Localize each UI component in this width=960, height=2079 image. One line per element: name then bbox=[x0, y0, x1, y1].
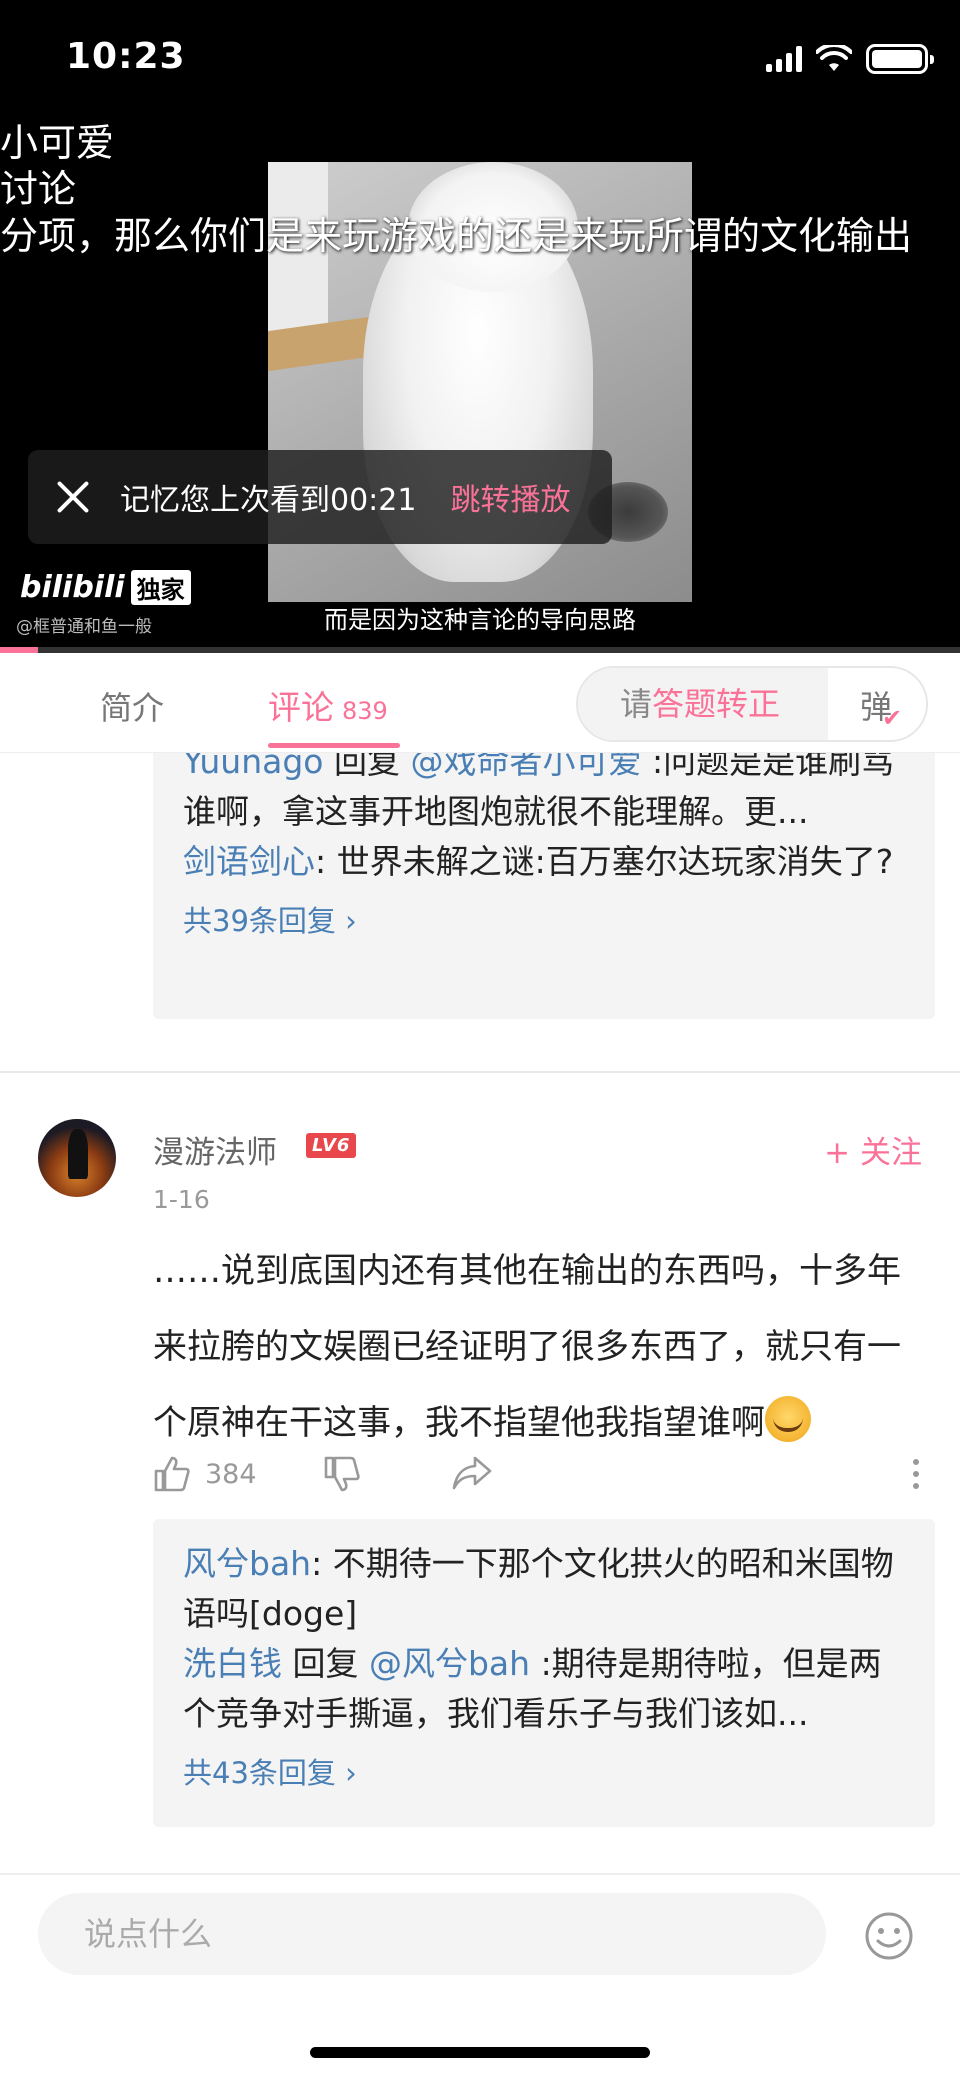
comment-date: 1-16 bbox=[153, 1185, 210, 1214]
tab-comments[interactable]: 评论 839 bbox=[268, 681, 388, 729]
tab-bar: 简介 评论 839 请答题转正 弹 ✔ bbox=[0, 653, 960, 753]
reply-username[interactable]: 风兮bah bbox=[183, 1544, 311, 1583]
thumbs-up-icon bbox=[154, 1456, 190, 1492]
reply-username[interactable]: 剑语剑心 bbox=[183, 842, 315, 881]
reply-preview-box[interactable]: 风兮bah: 不期待一下那个文化拱火的昭和米国物语吗[doge] 洗白钱 回复 … bbox=[153, 1519, 935, 1827]
reply-preview-box[interactable]: Yuunago 回复 @戏命者小可爱 :问题是是谁刷骂谁啊，拿这事开地图炮就很不… bbox=[153, 753, 935, 1019]
video-player[interactable]: 10:23 小可爱 讨论 分项，那么你们是来玩游戏的还是来玩所谓的文化输出 记忆… bbox=[0, 0, 960, 653]
emoji-icon bbox=[765, 1396, 811, 1442]
danmaku-input[interactable]: 请答题转正 弹 ✔ bbox=[576, 666, 928, 742]
resume-playback-toast: 记忆您上次看到00:21 跳转播放 bbox=[28, 450, 612, 544]
reply-username[interactable]: Yuunago bbox=[183, 753, 323, 781]
level-badge: LV6 bbox=[306, 1133, 357, 1158]
emoji-icon[interactable] bbox=[864, 1911, 914, 1961]
comment-count: 839 bbox=[342, 697, 388, 725]
view-more-replies-link[interactable]: 共39条回复 › bbox=[183, 899, 905, 943]
signal-icon bbox=[766, 46, 802, 72]
more-icon bbox=[899, 1455, 933, 1493]
close-icon[interactable] bbox=[28, 450, 112, 544]
jump-playback-button[interactable]: 跳转播放 bbox=[450, 475, 570, 519]
reply-preview[interactable]: Yuunago 回复 @戏命者小可爱 :问题是是谁刷骂谁啊，拿这事开地图炮就很不… bbox=[183, 753, 905, 837]
comment-text: ……说到底国内还有其他在输出的东西吗，十多年来拉胯的文娱圈已经证明了很多东西了，… bbox=[153, 1251, 901, 1443]
tab-intro[interactable]: 简介 bbox=[100, 683, 164, 729]
comment-list[interactable]: Yuunago 回复 @戏命者小可爱 :问题是是谁刷骂谁啊，拿这事开地图炮就很不… bbox=[0, 753, 960, 1873]
avatar[interactable] bbox=[38, 1119, 116, 1197]
check-icon: ✔ bbox=[882, 704, 903, 732]
danmaku-comment: 分项，那么你们是来玩游戏的还是来玩所谓的文化输出 bbox=[0, 214, 913, 258]
battery-icon bbox=[866, 44, 934, 74]
divider bbox=[0, 1071, 960, 1073]
more-options-button[interactable] bbox=[899, 1455, 933, 1493]
share-icon bbox=[452, 1456, 492, 1490]
view-more-replies-link[interactable]: 共43条回复 › bbox=[183, 1751, 905, 1795]
wifi-icon bbox=[816, 45, 852, 71]
reply-preview[interactable]: 洗白钱 回复 @风兮bah :期待是期待啦，但是两个竞争对手撕逼，我们看乐子与我… bbox=[183, 1639, 905, 1739]
like-button[interactable]: 384 bbox=[153, 1455, 257, 1493]
reply-mention[interactable]: @戏命者小可爱 bbox=[410, 753, 641, 781]
reply-preview[interactable]: 剑语剑心: 世界未解之谜:百万塞尔达玩家消失了? bbox=[183, 837, 905, 887]
comment-actions: 384 bbox=[153, 1455, 933, 1505]
comment-username[interactable]: 漫游法师 bbox=[153, 1127, 277, 1172]
video-subtitle: 而是因为这种言论的导向思路 bbox=[324, 606, 636, 634]
reply-preview[interactable]: 风兮bah: 不期待一下那个文化拱火的昭和米国物语吗[doge] bbox=[183, 1539, 905, 1639]
like-count: 384 bbox=[205, 1458, 257, 1490]
status-time: 10:23 bbox=[66, 36, 186, 77]
thumbs-down-icon bbox=[324, 1456, 360, 1492]
resume-text: 记忆您上次看到00:21 bbox=[120, 483, 417, 518]
dislike-button[interactable] bbox=[323, 1455, 361, 1493]
home-indicator bbox=[310, 2047, 650, 2058]
status-icons bbox=[766, 44, 934, 74]
active-tab-indicator bbox=[268, 743, 400, 748]
danmaku-toggle-button[interactable]: 弹 ✔ bbox=[860, 682, 902, 732]
reply-mention[interactable]: @风兮bah bbox=[369, 1644, 530, 1683]
share-button[interactable] bbox=[451, 1455, 493, 1491]
comment-input[interactable] bbox=[38, 1893, 826, 1975]
tab-comments-label: 评论 bbox=[268, 688, 334, 727]
reply-username[interactable]: 洗白钱 bbox=[183, 1644, 282, 1683]
comment-compose-bar bbox=[0, 1873, 960, 2079]
follow-button[interactable]: + 关注 bbox=[824, 1127, 922, 1172]
danmaku-input-placeholder[interactable]: 请答题转正 bbox=[578, 668, 828, 740]
